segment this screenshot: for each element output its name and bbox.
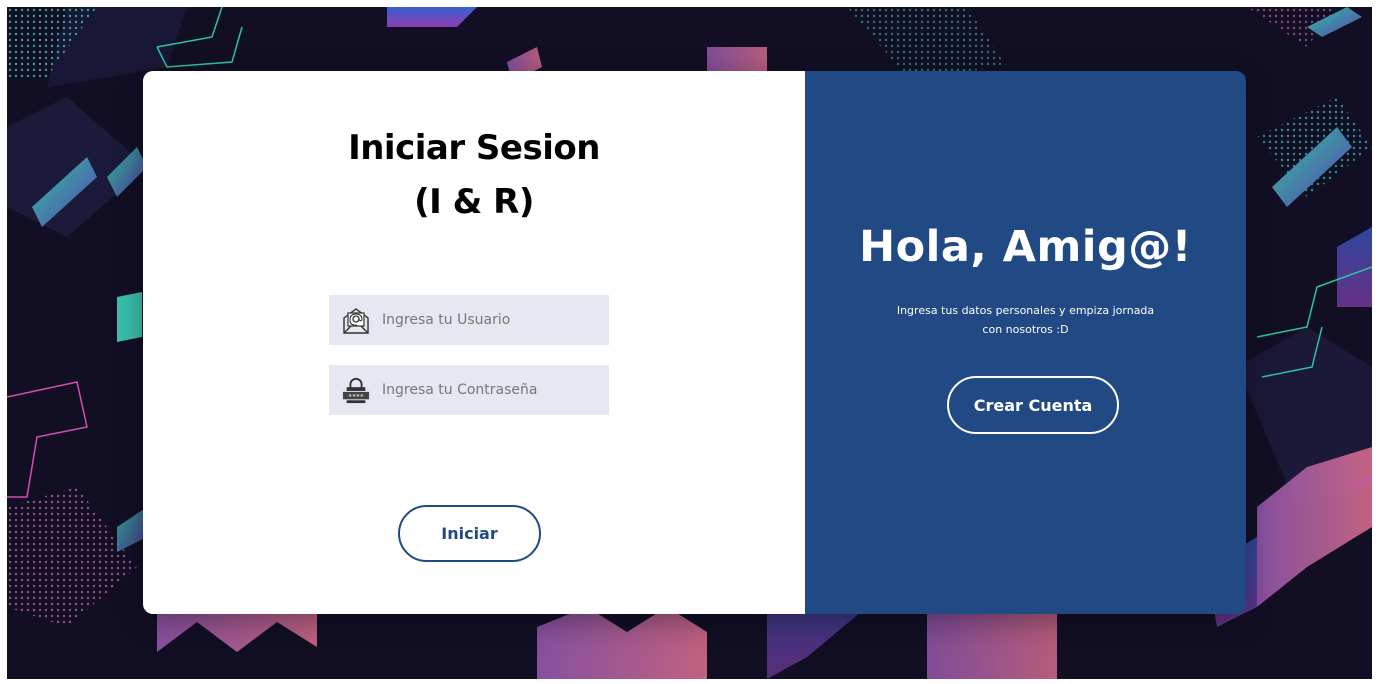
welcome-title: Hola, Amig@!: [859, 222, 1192, 272]
login-button[interactable]: Iniciar: [398, 505, 541, 562]
envelope-at-icon: [342, 305, 370, 335]
login-title: Iniciar Sesion (I & R): [143, 121, 805, 229]
login-title-line1: Iniciar Sesion: [348, 128, 600, 168]
password-field[interactable]: ****: [329, 365, 609, 415]
login-title-line2: (I & R): [414, 182, 534, 222]
username-field[interactable]: [329, 295, 609, 345]
login-panel: Iniciar Sesion (I & R) Ingresa tu Usuari…: [143, 71, 805, 614]
auth-card: Iniciar Sesion (I & R) Ingresa tu Usuari…: [143, 71, 1246, 614]
create-account-button[interactable]: Crear Cuenta: [947, 376, 1119, 434]
welcome-panel: Hola, Amig@! Ingresa tus datos personale…: [805, 71, 1246, 614]
username-input[interactable]: [382, 312, 609, 328]
password-input[interactable]: [382, 382, 609, 398]
welcome-message: Ingresa tus datos personales y empiza jo…: [896, 304, 1155, 336]
svg-text:****: ****: [348, 392, 364, 400]
lock-password-icon: ****: [342, 375, 370, 405]
